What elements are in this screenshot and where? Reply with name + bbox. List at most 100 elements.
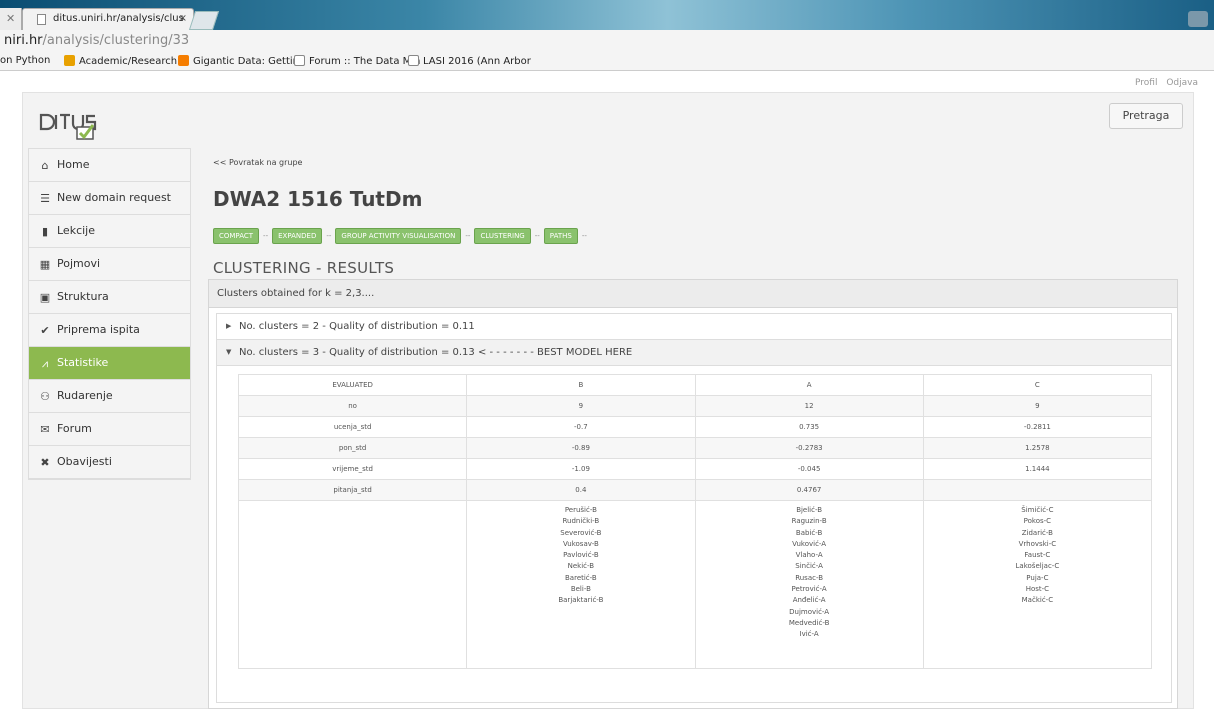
bookmark-item[interactable]: LASI 2016 (Ann Arbor xyxy=(408,55,531,67)
view-tab-compact[interactable]: COMPACT xyxy=(213,228,260,244)
bookmark-item[interactable]: Forum :: The Data Min xyxy=(294,55,420,67)
announce-icon: ✖ xyxy=(40,456,50,469)
sidebar-item-label: Obavijesti xyxy=(57,455,112,468)
address-bar[interactable]: niri.hr/analysis/clustering/33 xyxy=(0,30,1214,52)
view-switcher: COMPACT -- EXPANDED -- GROUP ACTIVITY VISUAL… xyxy=(213,228,591,244)
table-cell: 1.1444 xyxy=(922,458,1153,480)
logout-link[interactable]: Odjava xyxy=(1166,78,1198,88)
sidebar-item-obavijesti[interactable]: ✖ Obavijesti xyxy=(29,446,190,479)
cluster-member: Vlaho-A xyxy=(795,551,823,560)
previous-tab[interactable]: ✕ xyxy=(0,8,22,30)
column-header: C xyxy=(922,374,1153,396)
tab-close-icon[interactable]: × xyxy=(179,13,187,24)
profile-link[interactable]: Profil xyxy=(1135,78,1157,88)
search-button[interactable]: Pretraga xyxy=(1109,103,1183,129)
cluster-member: Beli-B xyxy=(570,585,591,594)
row-label: pon_std xyxy=(237,437,468,459)
sidebar-item-label: Struktura xyxy=(57,290,109,303)
check-icon: ✔ xyxy=(40,324,50,337)
row-label: ucenja_std xyxy=(237,416,468,438)
cluster-member: Sinčić-A xyxy=(795,562,823,571)
row-label: pitanja_std xyxy=(237,479,468,501)
table-cell: -0.2783 xyxy=(694,437,924,459)
table-row: ucenja_std -0.7 0.735 -0.2811 xyxy=(237,416,1153,438)
table-cell: 9 xyxy=(466,395,696,417)
sidebar-item-new-domain-request[interactable]: ☰ New domain request xyxy=(29,182,190,215)
tab-title: ditus.uniri.hr/analysis/clus xyxy=(53,13,184,24)
bookmark-label: on Python xyxy=(0,55,51,66)
bookmark-item[interactable]: Gigantic Data: Getting xyxy=(178,55,305,67)
sidebar-item-forum[interactable]: ✉ Forum xyxy=(29,413,190,446)
sidebar-item-label: Statistike xyxy=(57,356,109,369)
cluster-member: Nekić-B xyxy=(567,562,595,571)
bookmark-item[interactable]: on Python xyxy=(0,55,50,66)
cluster-member: Babić-B xyxy=(795,528,823,537)
view-tab-paths[interactable]: PATHS xyxy=(543,228,578,244)
view-tab-group-activity-visualisation[interactable]: GROUP ACTIVITY VISUALISATION xyxy=(335,228,462,244)
table-cell: 9 xyxy=(922,395,1153,417)
sidebar-item-lekcije[interactable]: ▮ Lekcije xyxy=(29,215,190,248)
bookmark-favicon-icon xyxy=(64,55,75,66)
sidebar-item-struktura[interactable]: ▣ Struktura xyxy=(29,281,190,314)
view-separator: -- xyxy=(263,232,269,240)
view-tab-expanded[interactable]: EXPANDED xyxy=(272,228,323,244)
cluster-members-cell-b: Perušić-B Rudnički-B Severović-B Vukosav-B P… xyxy=(466,500,696,669)
view-separator: -- xyxy=(326,232,332,240)
book-icon: ▮ xyxy=(41,225,49,238)
sidebar-item-label: Rudarenje xyxy=(57,389,113,402)
sidebar-item-label: New domain request xyxy=(57,191,171,204)
sidebar-item-label: Forum xyxy=(57,422,92,435)
chart-icon: ⩘ xyxy=(41,357,49,370)
table-row: vrijeme_std -1.09 -0.045 1.1444 xyxy=(237,458,1153,480)
table-cell: 0.4767 xyxy=(694,479,924,501)
caret-down-icon: ▼ xyxy=(226,348,232,356)
sidebar-item-label: Pojmovi xyxy=(57,257,101,270)
cluster-member: Zidarić-B xyxy=(1021,528,1053,537)
sidebar-item-pojmovi[interactable]: ▦ Pojmovi xyxy=(29,248,190,281)
sidebar-item-statistike[interactable]: ⩘ Statistike xyxy=(29,347,190,380)
sidebar-item-label: Home xyxy=(57,158,90,171)
page-icon xyxy=(294,55,305,66)
cluster-member: Anđelić-A xyxy=(792,596,826,605)
cluster-member: Vuković-A xyxy=(792,539,827,548)
user-links: Profil Odjava xyxy=(1129,78,1198,88)
back-link[interactable]: << Povratak na grupe xyxy=(213,158,302,167)
cluster-member: Raguzin-B xyxy=(791,517,827,526)
sidebar-item-priprema-ispita[interactable]: ✔ Priprema ispita xyxy=(29,314,190,347)
users-icon: ⚇ xyxy=(40,390,50,403)
accordion-item-k2[interactable]: ▶ No. clusters = 2 - Quality of distribu… xyxy=(217,314,1171,340)
members-row: Perušić-B Rudnički-B Severović-B Vukosav-B P… xyxy=(237,500,1153,669)
cluster-member: Severović-B xyxy=(560,528,602,537)
cluster-members-cell-c: Šimičić-C Pokos-C Zidarić-B Vrhovski-C Faust… xyxy=(922,500,1153,669)
row-label: no xyxy=(237,395,468,417)
cluster-member: Host-C xyxy=(1025,585,1050,594)
cluster-member: Lakošeljac-C xyxy=(1015,562,1060,571)
new-tab-button[interactable] xyxy=(188,11,220,30)
sidebar-item-home[interactable]: ⌂ Home xyxy=(29,149,190,182)
view-separator: -- xyxy=(581,232,587,240)
accordion-item-k3[interactable]: ▼ No. clusters = 3 - Quality of distribu… xyxy=(217,340,1171,366)
cluster-members-cell-a: Bjelić-B Raguzin-B Babić-B Vuković-A Vlaho-A… xyxy=(694,500,924,669)
site-logo[interactable] xyxy=(37,107,97,143)
table-cell: -0.2811 xyxy=(922,416,1153,438)
chat-icon: ✉ xyxy=(40,423,50,436)
bookmark-label: LASI 2016 (Ann Arbor xyxy=(423,56,531,67)
cluster-member: Bjelić-B xyxy=(796,506,823,514)
active-tab[interactable]: ditus.uniri.hr/analysis/clus × xyxy=(22,8,194,30)
table-row: pitanja_std 0.4 0.4767 xyxy=(237,479,1153,501)
cluster-results-table: EVALUATED B A Cno 9 12 9 ucenja_std -0.7 0.735 -0.… xyxy=(237,374,1153,669)
view-tab-clustering[interactable]: CLUSTERING xyxy=(474,228,531,244)
page-container: Pretraga ⌂ Home ☰ New domain request ▮ Lekcij… xyxy=(22,92,1194,709)
sidebar: ⌂ Home ☰ New domain request ▮ Lekcije ▦ Pojmovi… xyxy=(28,148,191,480)
cluster-table-wrapper: EVALUATED B A Cno 9 12 9 ucenja_std -0.7 0.735 -0.… xyxy=(237,374,1153,669)
url-path: /analysis/clustering/33 xyxy=(42,33,190,48)
table-row: no 9 12 9 xyxy=(237,395,1153,417)
bookmark-label: Academic/Research p xyxy=(79,56,187,67)
bookmark-item[interactable]: Academic/Research p xyxy=(64,55,187,67)
profile-avatar-icon[interactable] xyxy=(1188,11,1208,27)
members-label-cell xyxy=(237,500,468,669)
table-cell: -1.09 xyxy=(466,458,696,480)
sidebar-item-rudarenje[interactable]: ⚇ Rudarenje xyxy=(29,380,190,413)
table-cell: -0.7 xyxy=(466,416,696,438)
cluster-member: Barjaktarić-B xyxy=(558,596,604,605)
